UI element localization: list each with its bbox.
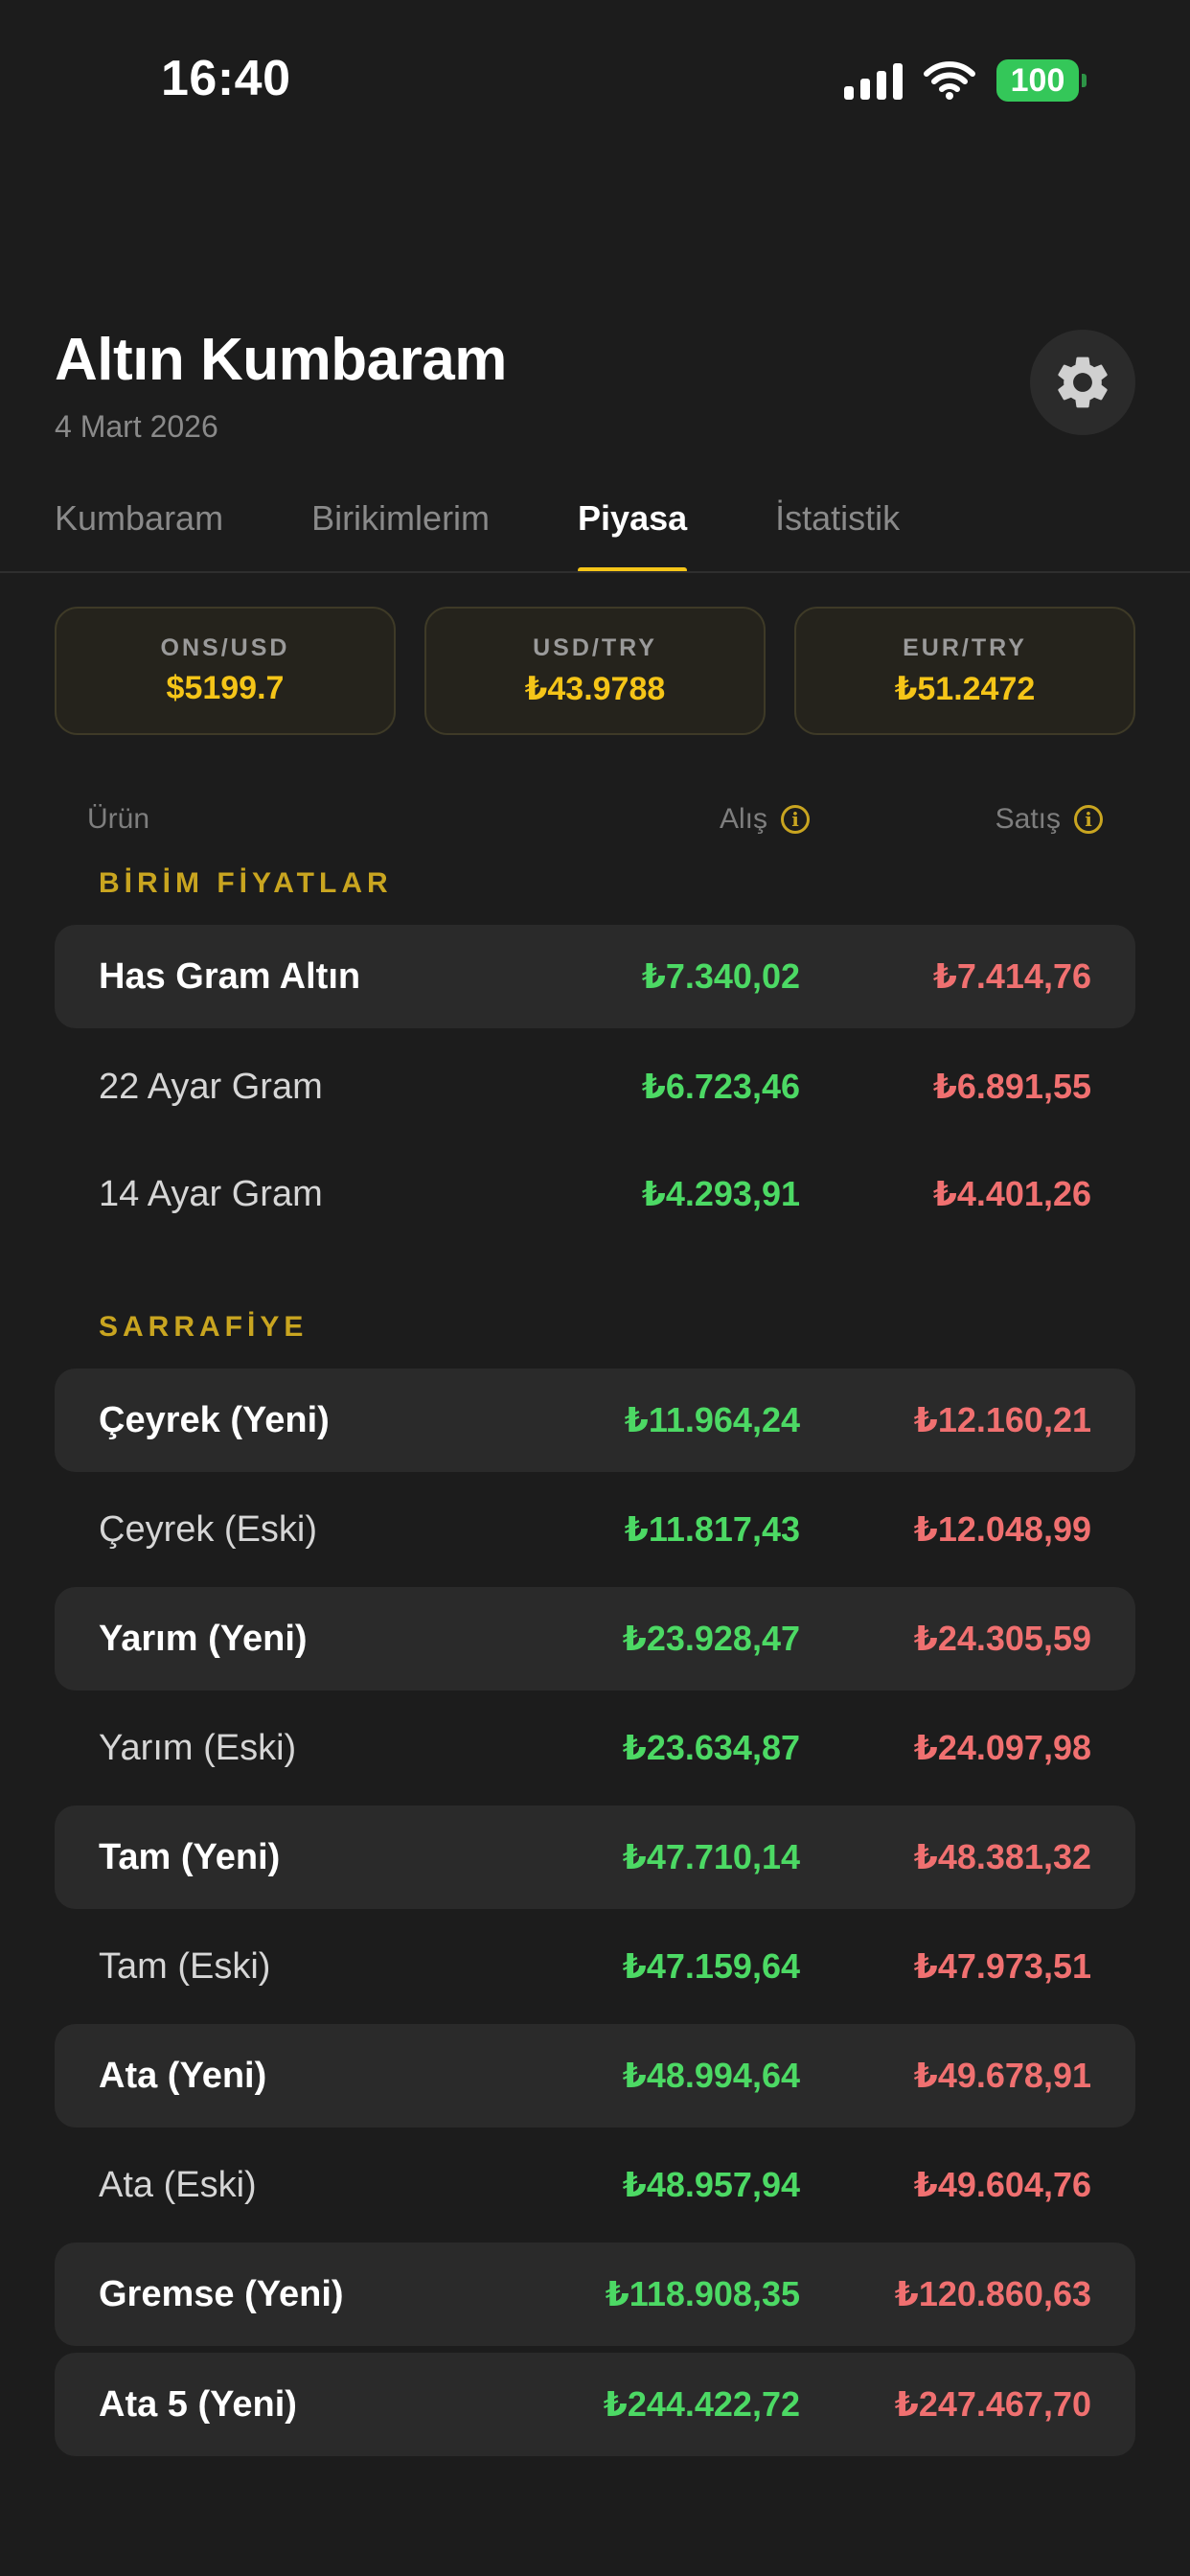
section-title-unit-prices: BİRİM FİYATLAR [99, 867, 393, 899]
rate-label: USD/TRY [533, 633, 657, 661]
rate-value: ₺43.9788 [524, 670, 666, 707]
product-name: Has Gram Altın [99, 956, 361, 997]
tab-istatistik[interactable]: İstatistik [775, 479, 900, 573]
price-row[interactable]: Tam (Eski) ₺47.159,64 ₺47.973,51 [55, 1915, 1135, 2018]
rate-label: ONS/USD [160, 634, 290, 661]
buy-price: ₺48.994,64 [622, 2056, 800, 2095]
column-header-product: Ürün [87, 803, 150, 835]
rate-label: EUR/TRY [903, 633, 1027, 661]
buy-price: ₺7.340,02 [641, 956, 800, 996]
tabs-divider [0, 571, 1190, 573]
sell-price: ₺49.678,91 [913, 2056, 1091, 2095]
sell-price: ₺47.973,51 [913, 1946, 1091, 1986]
price-row[interactable]: Ata (Yeni) ₺48.994,64 ₺49.678,91 [55, 2024, 1135, 2128]
price-row[interactable]: 14 Ayar Gram ₺4.293,91 ₺4.401,26 [55, 1142, 1135, 1246]
sell-price: ₺12.048,99 [913, 1509, 1091, 1549]
section-title-coins: SARRAFİYE [99, 1311, 309, 1343]
product-name: Çeyrek (Yeni) [99, 1400, 330, 1440]
wifi-icon [924, 61, 975, 100]
column-header-sell: Satış i [995, 803, 1103, 836]
buy-price: ₺48.957,94 [622, 2165, 800, 2204]
sell-price: ₺7.414,76 [932, 956, 1091, 996]
price-row[interactable]: Ata (Eski) ₺48.957,94 ₺49.604,76 [55, 2133, 1135, 2237]
tab-birikimlerim[interactable]: Birikimlerim [311, 479, 490, 573]
page-title: Altın Kumbaram [55, 327, 507, 393]
rate-card-eur-try: EUR/TRY ₺51.2472 [794, 607, 1135, 735]
sell-price: ₺12.160,21 [913, 1400, 1091, 1439]
exchange-rates: ONS/USD $5199.7 USD/TRY ₺43.9788 EUR/TRY… [55, 607, 1135, 735]
tab-piyasa[interactable]: Piyasa [578, 479, 688, 573]
product-name: Ata (Eski) [99, 2165, 257, 2205]
cellular-signal-icon [844, 61, 903, 100]
product-name: Tam (Eski) [99, 1946, 271, 1987]
buy-price: ₺118.908,35 [605, 2274, 800, 2313]
column-header-buy-label: Alış [719, 803, 767, 835]
product-name: 22 Ayar Gram [99, 1067, 323, 1107]
tab-kumbaram[interactable]: Kumbaram [55, 479, 223, 573]
page-header: Altın Kumbaram 4 Mart 2026 [55, 326, 507, 445]
price-row[interactable]: Çeyrek (Eski) ₺11.817,43 ₺12.048,99 [55, 1478, 1135, 1581]
buy-price: ₺23.928,47 [622, 1619, 800, 1658]
battery-icon: 100 [996, 59, 1087, 102]
product-name: Tam (Yeni) [99, 1837, 281, 1877]
buy-info-icon[interactable]: i [781, 805, 810, 834]
gear-icon [1058, 356, 1108, 408]
product-name: Çeyrek (Eski) [99, 1509, 318, 1550]
product-name: 14 Ayar Gram [99, 1174, 323, 1214]
sell-price: ₺6.891,55 [932, 1067, 1091, 1106]
sell-price: ₺4.401,26 [932, 1174, 1091, 1213]
price-row[interactable]: Yarım (Yeni) ₺23.928,47 ₺24.305,59 [55, 1587, 1135, 1690]
buy-price: ₺4.293,91 [641, 1174, 800, 1213]
price-row[interactable]: Yarım (Eski) ₺23.634,87 ₺24.097,98 [55, 1696, 1135, 1800]
product-name: Yarım (Yeni) [99, 1619, 308, 1659]
sell-price: ₺120.860,63 [894, 2274, 1091, 2313]
tab-bar: Kumbaram Birikimlerim Piyasa İstatistik [55, 479, 988, 573]
battery-level: 100 [996, 59, 1079, 102]
product-name: Ata 5 (Yeni) [99, 2384, 297, 2425]
page-date: 4 Mart 2026 [55, 409, 218, 444]
price-table-header: Ürün Alış i Satış i [55, 797, 1135, 843]
price-row[interactable]: Gremse (Yeni) ₺118.908,35 ₺120.860,63 [55, 2242, 1135, 2346]
buy-price: ₺11.964,24 [624, 1400, 800, 1439]
price-row[interactable]: Tam (Yeni) ₺47.710,14 ₺48.381,32 [55, 1806, 1135, 1909]
status-bar: 16:40 100 [0, 0, 1190, 163]
rate-value: ₺51.2472 [894, 670, 1036, 707]
sell-price: ₺24.305,59 [913, 1619, 1091, 1658]
buy-price: ₺11.817,43 [624, 1509, 800, 1549]
product-name: Gremse (Yeni) [99, 2274, 344, 2314]
price-row[interactable]: Has Gram Altın ₺7.340,02 ₺7.414,76 [55, 925, 1135, 1028]
rate-card-ons-usd: ONS/USD $5199.7 [55, 607, 396, 735]
product-name: Yarım (Eski) [99, 1728, 297, 1768]
buy-price: ₺47.159,64 [622, 1946, 800, 1986]
status-indicators: 100 [844, 59, 1087, 102]
buy-price: ₺6.723,46 [641, 1067, 800, 1106]
sell-price: ₺48.381,32 [913, 1837, 1091, 1876]
column-header-sell-label: Satış [995, 803, 1061, 835]
settings-button[interactable] [1030, 330, 1135, 435]
product-name: Ata (Yeni) [99, 2056, 267, 2096]
buy-price: ₺244.422,72 [603, 2384, 800, 2424]
price-row[interactable]: 22 Ayar Gram ₺6.723,46 ₺6.891,55 [55, 1035, 1135, 1138]
rate-card-usd-try: USD/TRY ₺43.9788 [424, 607, 766, 735]
sell-price: ₺247.467,70 [894, 2384, 1091, 2424]
price-row[interactable]: Çeyrek (Yeni) ₺11.964,24 ₺12.160,21 [55, 1368, 1135, 1472]
price-row[interactable]: Ata 5 (Yeni) ₺244.422,72 ₺247.467,70 [55, 2353, 1135, 2456]
sell-price: ₺24.097,98 [913, 1728, 1091, 1767]
buy-price: ₺47.710,14 [622, 1837, 800, 1876]
sell-info-icon[interactable]: i [1074, 805, 1103, 834]
sell-price: ₺49.604,76 [913, 2165, 1091, 2204]
column-header-buy: Alış i [720, 803, 810, 836]
rate-value: $5199.7 [166, 670, 285, 706]
buy-price: ₺23.634,87 [622, 1728, 800, 1767]
status-time: 16:40 [161, 51, 291, 106]
